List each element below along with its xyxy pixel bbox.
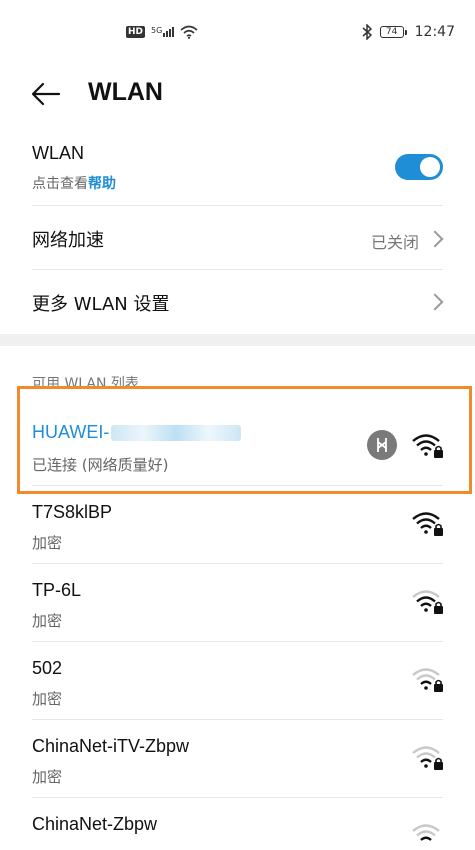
- highlight-box: [17, 386, 472, 494]
- wifi-low-lock-icon: [412, 668, 443, 692]
- status-right-icons: 74 12:47: [362, 24, 455, 40]
- wifi-low-lock-icon: [412, 746, 443, 770]
- hd-badge: HD: [126, 26, 146, 38]
- app-header: WLAN: [0, 64, 475, 124]
- network-name: T7S8klBP: [32, 502, 113, 522]
- network-status: 加密: [32, 612, 63, 630]
- section-separator: [0, 334, 475, 346]
- network-accel-row[interactable]: 网络加速 已关闭: [0, 206, 475, 269]
- wifi-medium-lock-icon: [412, 590, 443, 614]
- help-link[interactable]: 帮助: [88, 176, 116, 192]
- network-type: 5G: [151, 26, 163, 35]
- battery-level: 74: [379, 26, 404, 38]
- network-accel-label: 网络加速: [32, 230, 104, 251]
- network-status: 加密: [32, 534, 63, 552]
- wifi-full-lock-icon: [412, 512, 443, 536]
- wlan-list-item[interactable]: TP-6L 加密: [0, 564, 475, 642]
- network-name: TP-6L: [32, 580, 82, 600]
- wlan-list-item[interactable]: ChinaNet-iTV-Zbpw 加密: [0, 720, 475, 798]
- chevron-right-icon: [426, 230, 444, 248]
- cellular-signal-icon: 5G: [151, 26, 175, 37]
- back-arrow-icon: [31, 82, 61, 106]
- network-accel-value: 已关闭: [370, 233, 419, 252]
- wifi-status-icon: [180, 25, 198, 39]
- wlan-list-item[interactable]: 502 加密: [0, 642, 475, 720]
- status-bar: HD 5G 74 12:47: [0, 0, 475, 64]
- help-prefix: 点击查看: [32, 176, 88, 192]
- wifi-low-lock-icon: [412, 824, 440, 841]
- status-center-icons: HD 5G: [126, 25, 198, 39]
- page-title: WLAN: [88, 78, 163, 106]
- network-name: ChinaNet-Zbpw: [32, 814, 158, 834]
- network-name: 502: [32, 658, 63, 678]
- wlan-list-item[interactable]: ChinaNet-Zbpw: [0, 798, 475, 844]
- more-wlan-settings-row[interactable]: 更多 WLAN 设置: [0, 270, 475, 334]
- clock: 12:47: [414, 24, 455, 40]
- network-name: ChinaNet-iTV-Zbpw: [32, 736, 190, 756]
- battery-icon: 74: [379, 26, 407, 38]
- wlan-label: WLAN: [32, 143, 85, 163]
- wlan-toggle[interactable]: [395, 154, 443, 180]
- network-status: 加密: [32, 768, 63, 786]
- bluetooth-icon: [362, 24, 372, 40]
- network-status: 加密: [32, 690, 63, 708]
- more-settings-label: 更多 WLAN 设置: [32, 294, 170, 315]
- toggle-knob: [420, 157, 440, 177]
- wlan-help-text: 点击查看帮助: [32, 173, 116, 193]
- chevron-right-icon: [426, 293, 444, 311]
- back-button[interactable]: [28, 76, 64, 112]
- wlan-list-item[interactable]: T7S8klBP 加密: [0, 486, 475, 564]
